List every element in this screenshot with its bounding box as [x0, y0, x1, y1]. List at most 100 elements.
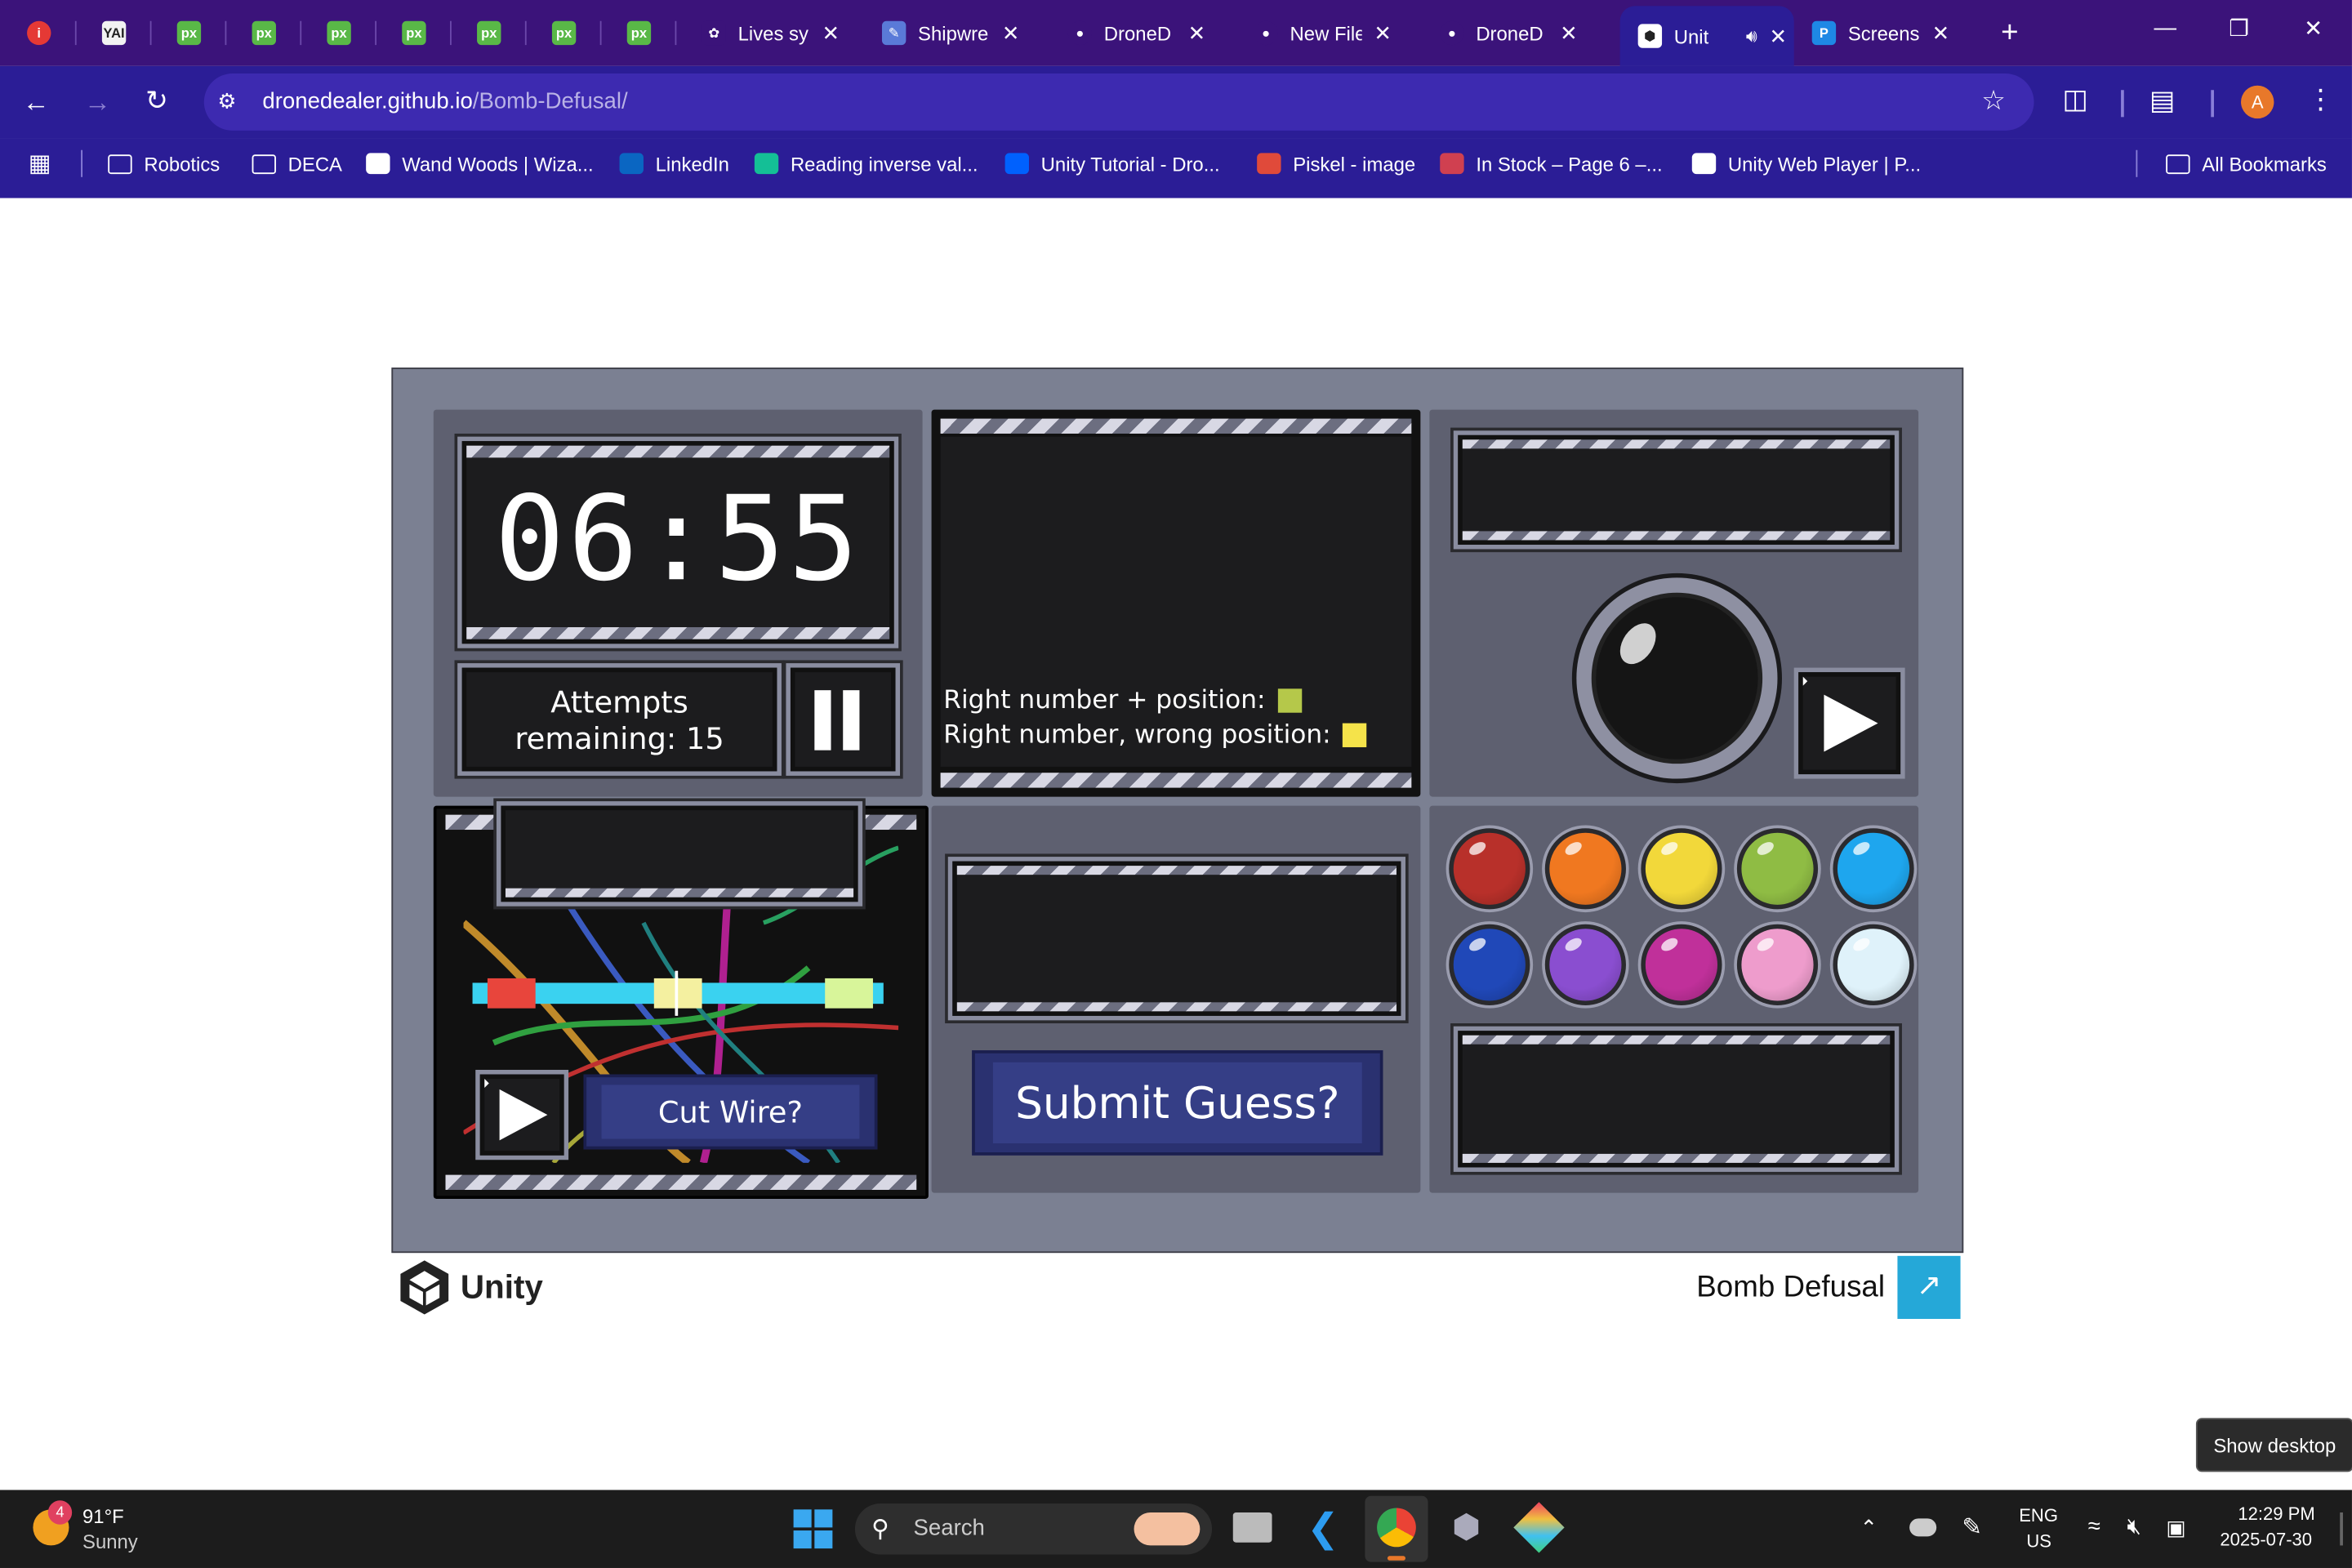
unity-hub-icon[interactable]: ⬢ — [1452, 1508, 1488, 1545]
new-tab-button[interactable]: + — [2001, 9, 2018, 57]
browser-tab[interactable]: px — [309, 9, 351, 57]
bookmark-item[interactable]: In Stock – Page 6 –... — [1440, 150, 1663, 177]
extensions-icon[interactable]: ◫ — [2062, 84, 2087, 116]
wire-play-button[interactable] — [479, 1074, 564, 1156]
bookmark-item[interactable]: Piskel - image — [1257, 150, 1415, 177]
browser-tab[interactable]: px — [234, 9, 276, 57]
timer-panel: 06:55 Attempts remaining: 15 — [433, 409, 923, 797]
unity-game-canvas[interactable]: 06:55 Attempts remaining: 15 Right numbe… — [391, 368, 1964, 1254]
close-tab-icon[interactable]: ✕ — [822, 20, 840, 46]
weather-temperature[interactable]: 91°F — [82, 1505, 124, 1528]
browser-tab[interactable]: px — [384, 9, 426, 57]
chrome-taskbar-button[interactable] — [1365, 1495, 1428, 1562]
all-bookmarks-label: All Bookmarks — [2202, 152, 2327, 176]
onedrive-icon[interactable] — [1909, 1518, 1937, 1537]
color-button-blue[interactable] — [1833, 828, 1914, 910]
color-button-magenta[interactable] — [1641, 924, 1722, 1005]
close-tab-icon[interactable]: ✕ — [1002, 20, 1020, 46]
cut-wire-button[interactable]: Cut Wire? — [583, 1074, 878, 1150]
color-button-orange[interactable] — [1544, 828, 1626, 910]
color-button-purple[interactable] — [1544, 924, 1626, 1005]
clock-time[interactable]: 12:29 PM — [2238, 1503, 2314, 1525]
menu-icon[interactable]: ⋮ — [2307, 84, 2334, 116]
language-region[interactable]: US — [2026, 1530, 2051, 1552]
color-button-red[interactable] — [1449, 828, 1530, 910]
close-tab-icon[interactable]: ✕ — [1374, 20, 1392, 46]
site-info-icon[interactable]: ⚙ — [217, 88, 236, 114]
browser-tab[interactable]: ● New File ✕ — [1236, 9, 1392, 57]
submit-guess-button[interactable]: Submit Guess? — [972, 1050, 1383, 1156]
toolbar-divider — [2121, 90, 2124, 118]
pen-icon[interactable]: ✎ — [1962, 1512, 1982, 1543]
browser-tab[interactable]: px — [534, 9, 577, 57]
bookmark-item[interactable]: Robotics — [108, 150, 220, 177]
browser-tab[interactable]: i — [9, 9, 51, 57]
browser-tab[interactable]: ● DroneD ✕ — [1422, 9, 1578, 57]
bookmark-item[interactable]: Unity Web Player | P... — [1691, 150, 1921, 177]
pause-button[interactable] — [790, 667, 896, 772]
right-position-swatch — [1277, 688, 1302, 713]
piskel-icon — [1257, 153, 1281, 175]
vscode-icon[interactable]: ❮ — [1302, 1507, 1343, 1548]
browser-tab[interactable]: px — [459, 9, 501, 57]
browser-tab[interactable]: ⬢ Unit 🔊︎ ✕ — [1619, 6, 1794, 66]
tab-title: Unit — [1673, 24, 1709, 47]
close-tab-icon[interactable]: ✕ — [1932, 20, 1950, 46]
windows-start-icon[interactable] — [793, 1509, 833, 1549]
wire-selector-bar[interactable] — [472, 970, 884, 1016]
close-tab-icon[interactable]: ✕ — [1770, 23, 1788, 48]
color-button-yellow[interactable] — [1641, 828, 1722, 910]
close-tab-icon[interactable]: ✕ — [1560, 20, 1578, 46]
color-button-navy[interactable] — [1449, 924, 1530, 1005]
wifi-icon[interactable]: ≈ — [2088, 1514, 2100, 1539]
language-code[interactable]: ENG — [2019, 1505, 2058, 1526]
reload-icon[interactable]: ↻ — [145, 86, 168, 118]
attempts-label: Attempts — [550, 684, 688, 720]
close-tab-icon[interactable]: ✕ — [1188, 20, 1206, 46]
color-button-green[interactable] — [1736, 828, 1819, 910]
browser-tab[interactable]: P Screens ✕ — [1794, 9, 1950, 57]
bookmark-item[interactable]: Wand Woods | Wiza... — [366, 150, 594, 177]
color-button-white[interactable] — [1833, 924, 1914, 1005]
bookmark-item[interactable]: DECA — [252, 150, 342, 177]
attempts-remaining: remaining: 15 — [514, 719, 724, 756]
browser-tab[interactable]: ✎ Shipwre ✕ — [864, 9, 1020, 57]
url-text[interactable]: dronedealer.github.io/Bomb-Defusal/ — [262, 88, 627, 114]
all-bookmarks[interactable]: All Bookmarks — [2166, 150, 2327, 177]
show-desktop-button[interactable] — [2340, 1512, 2343, 1546]
minimize-icon[interactable]: — — [2154, 15, 2177, 40]
hazard-stripe — [1462, 531, 1891, 541]
battery-icon[interactable]: ▣ — [2166, 1516, 2185, 1541]
fullscreen-button[interactable]: ↗ — [1897, 1255, 1961, 1319]
bookmark-item[interactable]: Unity Tutorial - Dro... — [1004, 150, 1220, 177]
back-icon[interactable]: ← — [23, 87, 50, 119]
pixilart-icon: px — [252, 20, 276, 46]
task-view-icon[interactable] — [1232, 1512, 1272, 1543]
browser-tab[interactable]: px — [609, 9, 652, 57]
bookmark-item[interactable]: Reading inverse val... — [754, 150, 978, 177]
bookmark-item[interactable]: LinkedIn — [619, 150, 729, 177]
bookmark-divider — [2136, 149, 2138, 177]
browser-tab[interactable]: ● DroneD ✕ — [1050, 9, 1206, 57]
wire-cursor[interactable] — [675, 970, 679, 1016]
dial-knob[interactable] — [1571, 572, 1782, 784]
speaker-icon[interactable]: 🔊︎ — [1746, 24, 1757, 47]
browser-tab[interactable]: px — [159, 9, 202, 57]
weather-condition[interactable]: Sunny — [82, 1530, 138, 1553]
forward-icon[interactable]: → — [84, 87, 111, 119]
dial-play-button[interactable] — [1798, 672, 1901, 775]
clock-date[interactable]: 2025-07-30 — [2220, 1529, 2312, 1550]
star-icon[interactable]: ☆ — [1981, 86, 2006, 118]
wire-segment-red — [487, 978, 536, 1009]
browser-tab[interactable]: YAI — [84, 9, 127, 57]
restore-icon[interactable]: ❐ — [2229, 15, 2249, 42]
search-tabs-icon[interactable]: ▤ — [2149, 86, 2175, 118]
browser-tab[interactable]: ✿ Lives sy ✕ — [684, 9, 840, 57]
apps-grid-icon[interactable]: ▦ — [29, 149, 51, 179]
close-window-icon[interactable]: ✕ — [2304, 15, 2323, 42]
profile-avatar[interactable]: A — [2241, 85, 2274, 119]
color-button-pink[interactable] — [1736, 924, 1819, 1005]
volume-muted-icon[interactable]: 🔇︎ — [2127, 1514, 2140, 1539]
chevron-up-icon[interactable]: ⌃ — [1860, 1516, 1878, 1541]
tab-title: New File — [1290, 21, 1362, 45]
